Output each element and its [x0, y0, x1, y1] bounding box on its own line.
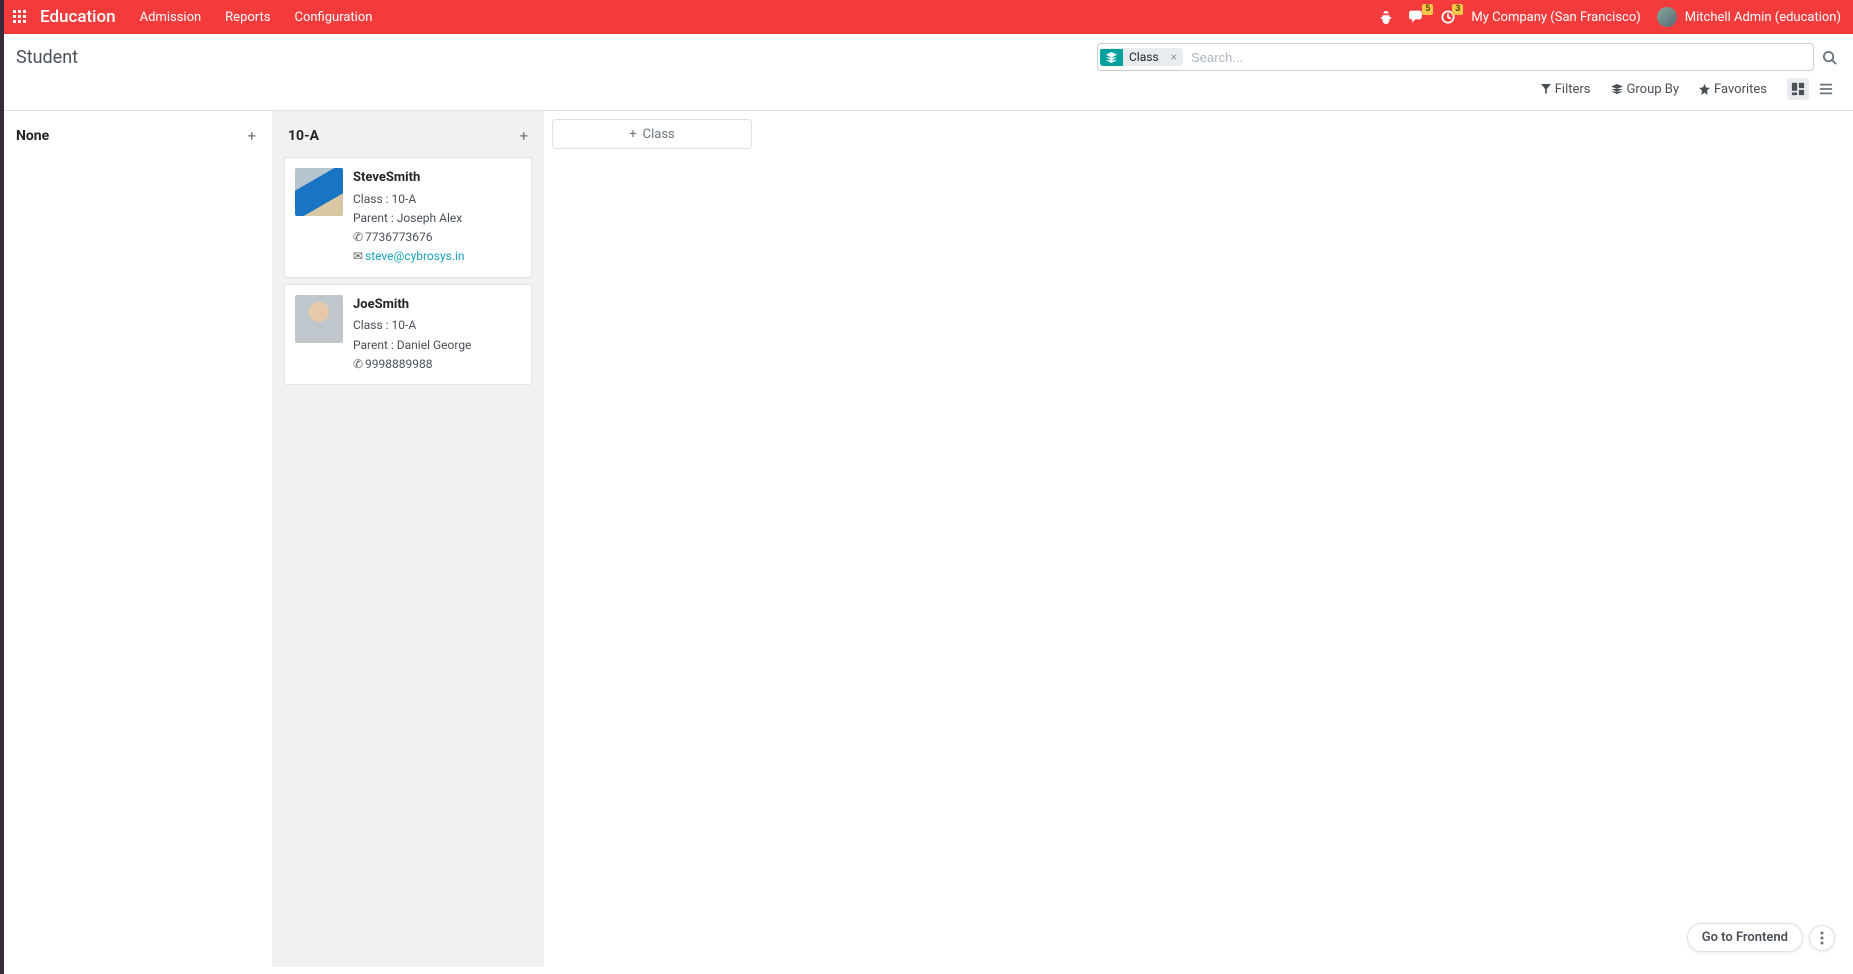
- main-menu: Admission Reports Configuration: [140, 10, 373, 25]
- email-link[interactable]: steve@cybrosys.in: [365, 249, 465, 263]
- add-card-button[interactable]: +: [247, 127, 256, 145]
- company-switcher[interactable]: My Company (San Francisco): [1471, 10, 1640, 25]
- control-panel: Student Class ×: [0, 34, 1853, 72]
- frontend-pill: Go to Frontend: [1687, 923, 1835, 952]
- phone-value: 7736773676: [365, 230, 432, 244]
- facet-remove[interactable]: ×: [1165, 48, 1183, 66]
- go-to-frontend-button[interactable]: Go to Frontend: [1687, 923, 1803, 952]
- plus-icon: +: [629, 127, 636, 142]
- layers-icon: [1100, 49, 1123, 66]
- groupby-label: Group By: [1627, 82, 1680, 97]
- class-label: Class :: [353, 318, 389, 332]
- bug-icon[interactable]: [1379, 10, 1393, 24]
- phone-value: 9998889988: [365, 357, 432, 371]
- student-card[interactable]: SteveSmith Class : 10-A Parent : Joseph …: [284, 157, 532, 278]
- add-column-button[interactable]: + Class: [552, 119, 752, 149]
- kanban-column-10a: 10-A + SteveSmith Class : 10-A Parent : …: [272, 111, 544, 967]
- column-title: None: [16, 128, 49, 144]
- class-value: 10-A: [392, 318, 417, 332]
- user-name: Mitchell Admin (education): [1685, 10, 1841, 25]
- add-column-label: Class: [643, 127, 675, 142]
- class-value: 10-A: [392, 192, 417, 206]
- filters-label: Filters: [1555, 82, 1591, 97]
- column-title: 10-A: [288, 128, 319, 144]
- phone-icon: ✆: [353, 228, 363, 247]
- navbar-right: 5 3 My Company (San Francisco) Mitchell …: [1379, 7, 1841, 27]
- apps-icon[interactable]: [12, 9, 28, 25]
- kanban-view-button[interactable]: [1787, 78, 1809, 100]
- messages-badge: 5: [1422, 4, 1433, 15]
- avatar-icon: [1657, 7, 1677, 27]
- search-facet-class: Class ×: [1100, 48, 1183, 66]
- menu-reports[interactable]: Reports: [225, 10, 270, 25]
- user-menu[interactable]: Mitchell Admin (education): [1657, 7, 1841, 27]
- parent-label: Parent :: [353, 338, 394, 352]
- navbar: Education Admission Reports Configuratio…: [0, 0, 1853, 34]
- add-column-area: + Class: [544, 111, 754, 157]
- filters-button[interactable]: Filters: [1541, 82, 1591, 97]
- messages-icon[interactable]: 5: [1409, 10, 1425, 24]
- search-input[interactable]: [1185, 50, 1813, 65]
- search-box[interactable]: Class ×: [1097, 43, 1814, 71]
- app-brand[interactable]: Education: [40, 7, 116, 27]
- parent-value: Joseph Alex: [397, 211, 462, 225]
- parent-label: Parent :: [353, 211, 394, 225]
- search-icon[interactable]: [1822, 50, 1837, 65]
- more-menu-button[interactable]: [1809, 925, 1835, 951]
- mail-icon: ✉: [353, 247, 363, 266]
- list-view-button[interactable]: [1815, 78, 1837, 100]
- favorites-button[interactable]: Favorites: [1699, 82, 1767, 97]
- favorites-label: Favorites: [1714, 82, 1767, 97]
- class-label: Class :: [353, 192, 389, 206]
- student-photo: [295, 168, 343, 216]
- groupby-button[interactable]: Group By: [1611, 82, 1680, 97]
- student-name: JoeSmith: [353, 295, 521, 316]
- student-name: SteveSmith: [353, 168, 521, 189]
- menu-configuration[interactable]: Configuration: [294, 10, 372, 25]
- student-photo: [295, 295, 343, 343]
- activity-badge: 3: [1452, 4, 1463, 15]
- activity-icon[interactable]: 3: [1441, 10, 1455, 24]
- menu-admission[interactable]: Admission: [140, 10, 202, 25]
- kanban-board: None + 10-A + SteveSmith Class : 10-A Pa…: [0, 111, 1853, 967]
- student-card[interactable]: JoeSmith Class : 10-A Parent : Daniel Ge…: [284, 284, 532, 385]
- kanban-column-none: None +: [0, 111, 272, 967]
- facet-label: Class: [1123, 48, 1165, 66]
- parent-value: Daniel George: [397, 338, 472, 352]
- phone-icon: ✆: [353, 355, 363, 374]
- add-card-button[interactable]: +: [519, 127, 528, 145]
- toolbar: Filters Group By Favorites: [0, 72, 1853, 111]
- page-title: Student: [16, 47, 78, 68]
